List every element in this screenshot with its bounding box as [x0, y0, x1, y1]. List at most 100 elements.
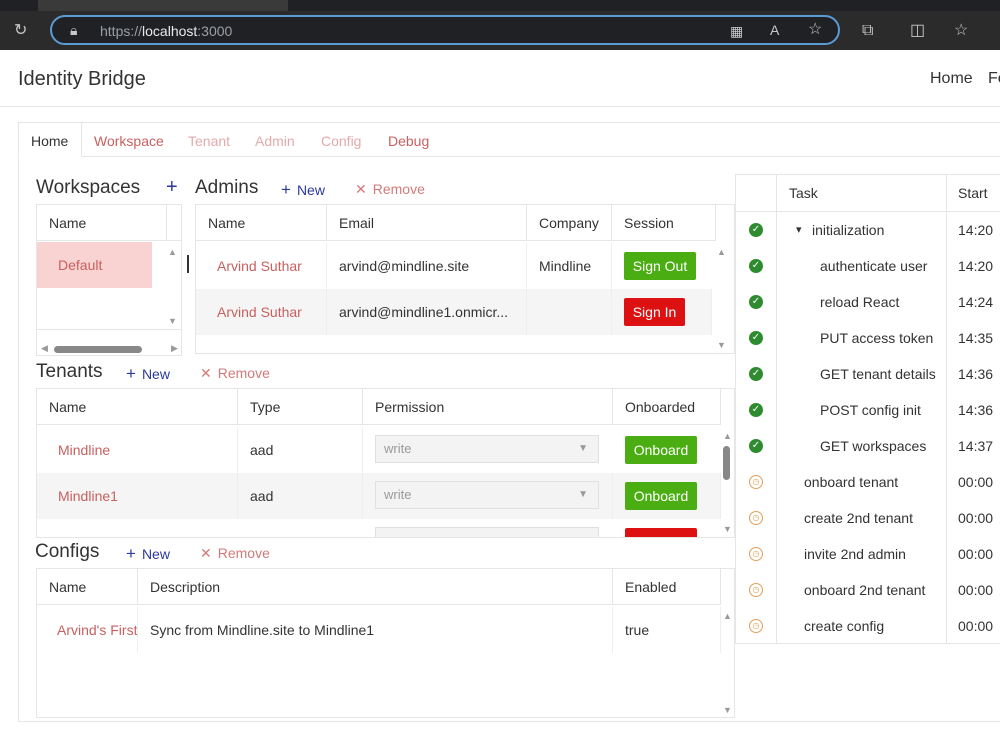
column-header-onboarded[interactable]: Onboarded — [613, 389, 721, 425]
configs-table: Name Description Enabled Arvind's First … — [36, 568, 735, 718]
configs-title: Configs — [35, 541, 100, 562]
workspaces-title: Workspaces — [36, 177, 141, 198]
column-header-email[interactable]: Email — [327, 205, 527, 241]
lock-icon[interactable]: 🔒︎ — [70, 22, 77, 38]
tab-home[interactable]: Home — [18, 122, 82, 157]
scroll-up-icon[interactable]: ▲ — [717, 247, 726, 257]
remove-tenant-button[interactable]: ✕ Remove — [200, 365, 270, 382]
scroll-right-icon[interactable]: ▶ — [171, 343, 178, 354]
check-circle-icon: ✓ — [749, 295, 763, 309]
new-admin-button[interactable]: + New — [281, 180, 325, 200]
tab-config[interactable]: Config — [321, 133, 361, 149]
new-config-button[interactable]: + New — [126, 544, 170, 564]
scroll-down-icon[interactable]: ▼ — [717, 340, 726, 350]
plus-icon: + — [126, 544, 136, 563]
remove-config-button[interactable]: ✕ Remove — [200, 545, 270, 562]
permission-select-partial[interactable] — [375, 527, 599, 537]
clock-icon: ◷ — [749, 511, 763, 525]
nav-feedback-link[interactable]: Fe — [988, 70, 1000, 88]
horizontal-scrollbar-thumb[interactable] — [54, 346, 142, 353]
column-header-description[interactable]: Description — [138, 569, 613, 605]
task-name: GET tenant details — [820, 366, 936, 382]
refresh-icon[interactable]: ↻ — [14, 23, 27, 39]
favorite-star-icon[interactable]: ☆ — [808, 22, 822, 38]
split-screen-icon[interactable]: ◫ — [910, 23, 925, 39]
column-header-name[interactable]: Name — [196, 205, 327, 241]
scroll-left-icon[interactable]: ◀ — [41, 343, 48, 354]
task-name: create 2nd tenant — [804, 510, 913, 526]
workspace-row-default[interactable]: Default — [37, 242, 152, 288]
check-circle-icon: ✓ — [749, 331, 763, 345]
clock-icon: ◷ — [749, 475, 763, 489]
admin-name[interactable]: Arvind Suthar — [196, 243, 327, 289]
extensions-icon[interactable]: ⧉ — [862, 23, 873, 39]
scroll-up-icon[interactable]: ▲ — [168, 247, 177, 257]
task-row: ◷ create config 00:00 — [736, 607, 1000, 643]
column-header-session[interactable]: Session — [612, 205, 716, 241]
tenant-name[interactable]: Mindline — [37, 427, 238, 473]
permission-select[interactable]: write ▼ — [375, 481, 599, 509]
onboard-button-partial[interactable] — [625, 528, 697, 537]
column-header-enabled[interactable]: Enabled — [613, 569, 721, 605]
check-circle-icon: ✓ — [749, 403, 763, 417]
permission-select[interactable]: write ▼ — [375, 435, 599, 463]
task-row: ✓ POST config init 14:36 — [736, 391, 1000, 427]
app-available-icon[interactable]: ▦ — [730, 23, 743, 39]
new-tenant-button[interactable]: + New — [126, 364, 170, 384]
scroll-up-icon[interactable]: ▲ — [723, 611, 732, 621]
task-name: onboard 2nd tenant — [804, 582, 926, 598]
check-circle-icon: ✓ — [749, 259, 763, 273]
column-header-spacer — [167, 205, 181, 241]
favorites-icon[interactable]: ☆ — [954, 23, 968, 39]
tab-workspace[interactable]: Workspace — [94, 133, 164, 149]
expand-toggle-icon[interactable]: ▾ — [796, 211, 802, 249]
admin-company — [527, 289, 612, 335]
column-header-company[interactable]: Company — [527, 205, 612, 241]
scroll-up-icon[interactable]: ▲ — [723, 431, 732, 441]
nav-home-link[interactable]: Home — [930, 70, 973, 88]
task-start-time: 14:35 — [958, 330, 994, 346]
column-header-type[interactable]: Type — [238, 389, 363, 425]
clock-icon: ◷ — [749, 547, 763, 561]
tab-debug[interactable]: Debug — [388, 133, 429, 149]
sign-in-button[interactable]: Sign In — [624, 298, 685, 326]
close-icon: ✕ — [355, 181, 367, 197]
address-bar[interactable]: 🔒︎ https://localhost:3000 ▦ A ☆ — [50, 15, 840, 45]
chevron-down-icon: ▼ — [578, 489, 588, 500]
splitter-handle[interactable] — [187, 255, 189, 273]
close-icon: ✕ — [200, 365, 212, 381]
task-name: PUT access token — [820, 330, 934, 346]
config-description: Sync from Mindline.site to Mindline1 — [138, 607, 613, 653]
column-header-name[interactable]: Name — [37, 205, 167, 241]
tab-tenant[interactable]: Tenant — [188, 133, 230, 149]
tab-admin[interactable]: Admin — [255, 133, 295, 149]
clock-icon: ◷ — [749, 583, 763, 597]
admin-email: arvind@mindline1.onmicr... — [327, 289, 527, 335]
task-name: invite 2nd admin — [804, 546, 906, 562]
onboard-button[interactable]: Onboard — [625, 436, 697, 464]
column-header-start[interactable]: Start — [958, 185, 988, 201]
scroll-down-icon[interactable]: ▼ — [168, 316, 177, 326]
task-name: GET workspaces — [820, 438, 927, 454]
column-header-name[interactable]: Name — [37, 389, 238, 425]
admin-name[interactable]: Arvind Suthar — [196, 289, 327, 335]
task-start-time: 00:00 — [958, 618, 994, 634]
plus-icon: + — [126, 364, 136, 383]
task-row: ✓ GET workspaces 14:37 — [736, 427, 1000, 463]
column-header-permission[interactable]: Permission — [363, 389, 613, 425]
tenant-name[interactable]: Mindline1 — [37, 473, 238, 519]
column-header-name[interactable]: Name — [37, 569, 138, 605]
scroll-down-icon[interactable]: ▼ — [723, 524, 732, 534]
vertical-scrollbar-thumb[interactable] — [723, 446, 730, 480]
task-row: ✓ reload React 14:24 — [736, 283, 1000, 319]
sign-out-button[interactable]: Sign Out — [624, 252, 696, 280]
scroll-down-icon[interactable]: ▼ — [723, 705, 732, 715]
add-workspace-icon[interactable]: + — [166, 176, 178, 199]
admin-company: Mindline — [527, 243, 612, 289]
onboard-button[interactable]: Onboard — [625, 482, 697, 510]
config-name[interactable]: Arvind's First — [37, 607, 138, 653]
read-aloud-icon[interactable]: A — [770, 22, 779, 38]
browser-tab[interactable] — [38, 0, 288, 11]
remove-admin-button[interactable]: ✕ Remove — [355, 181, 425, 198]
column-header-task[interactable]: Task — [789, 185, 818, 201]
